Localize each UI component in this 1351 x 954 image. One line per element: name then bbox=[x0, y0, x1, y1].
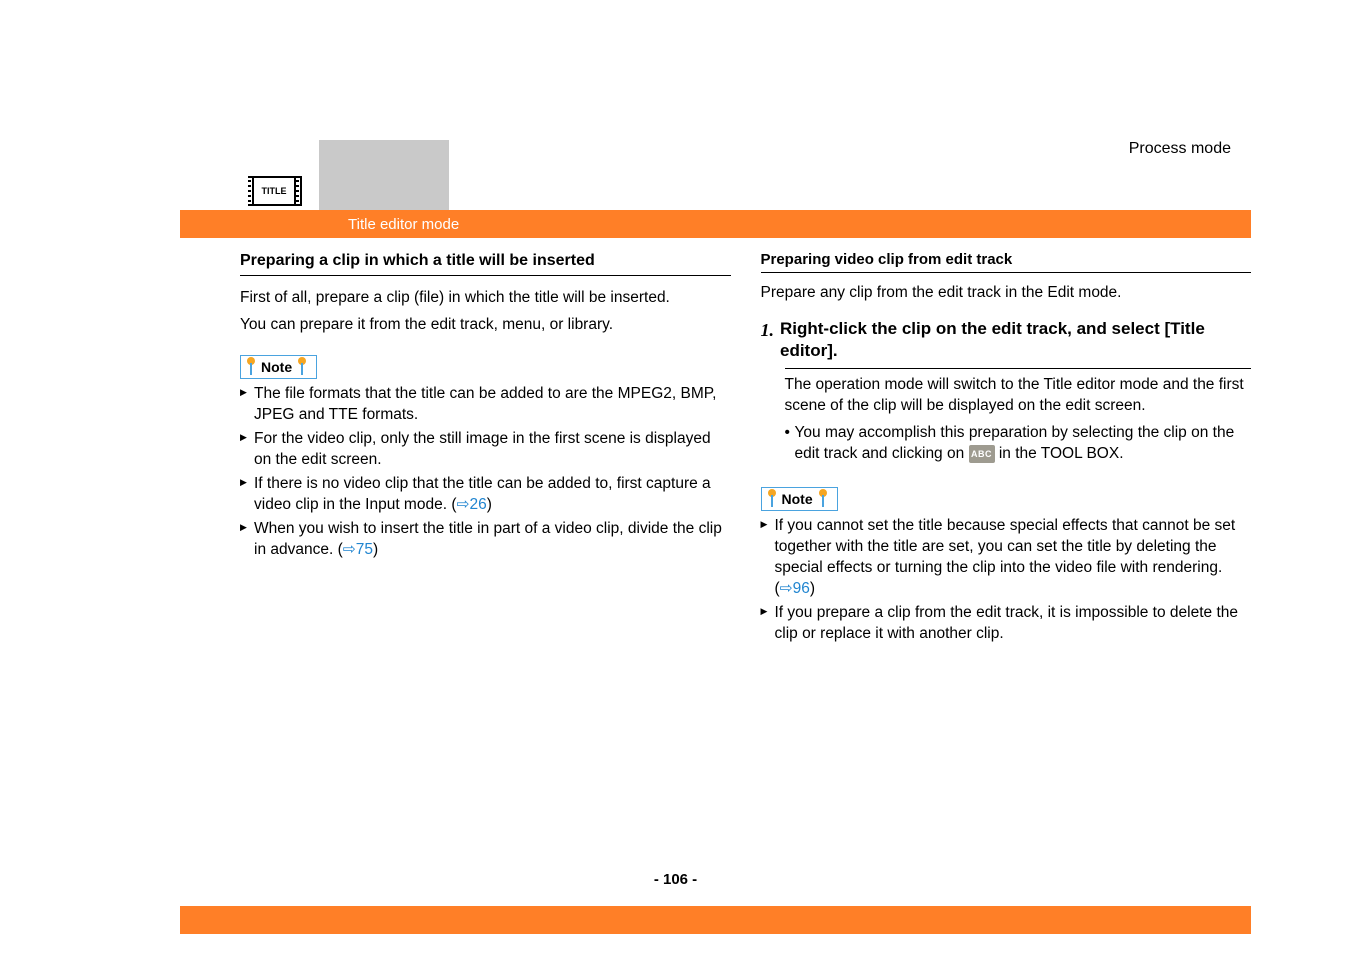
rb1-text-a: If you cannot set the title because spec… bbox=[775, 517, 1236, 597]
pin-icon bbox=[765, 489, 779, 509]
process-mode-label: Process mode bbox=[0, 140, 1351, 158]
note-box-right: Note bbox=[761, 487, 838, 511]
content-columns: Preparing a clip in which a title will b… bbox=[240, 250, 1251, 648]
note-label: Note bbox=[261, 358, 292, 377]
note-label-right: Note bbox=[782, 490, 813, 509]
header-gray-box bbox=[319, 140, 449, 210]
step-1-body: The operation mode will switch to the Ti… bbox=[785, 368, 1252, 465]
left-bullet-3: If there is no video clip that the title… bbox=[240, 474, 731, 516]
left-bullet-4: When you wish to insert the title in par… bbox=[240, 519, 731, 561]
step-text: Right-click the clip on the edit track, … bbox=[780, 318, 1251, 362]
step1-body-text: The operation mode will switch to the Ti… bbox=[785, 375, 1252, 417]
film-strip-icon: TITLE bbox=[248, 176, 302, 206]
note-box-left: Note bbox=[240, 355, 317, 379]
pin-icon bbox=[244, 357, 258, 377]
right-bullets: If you cannot set the title because spec… bbox=[761, 516, 1252, 645]
pin-icon bbox=[816, 489, 830, 509]
left-heading: Preparing a clip in which a title will b… bbox=[240, 250, 731, 276]
step-1: 1. Right-click the clip on the edit trac… bbox=[761, 318, 1252, 362]
left-bullets: The file formats that the title can be a… bbox=[240, 384, 731, 560]
left-column: Preparing a clip in which a title will b… bbox=[240, 250, 731, 648]
right-column: Preparing video clip from edit track Pre… bbox=[761, 250, 1252, 648]
right-bullet-2: If you prepare a clip from the edit trac… bbox=[761, 603, 1252, 645]
b4-text-b: ) bbox=[373, 541, 378, 558]
right-p1: Prepare any clip from the edit track in … bbox=[761, 283, 1252, 304]
rb1-text-b: ) bbox=[810, 580, 815, 597]
left-bullet-1: The file formats that the title can be a… bbox=[240, 384, 731, 426]
step1-sub: You may accomplish this preparation by s… bbox=[785, 423, 1252, 465]
b3-text-b: ) bbox=[487, 496, 492, 513]
title-chapter-icon: TITLE bbox=[240, 170, 310, 212]
pin-icon bbox=[295, 357, 309, 377]
b4-text-a: When you wish to insert the title in par… bbox=[254, 520, 722, 558]
section-header-bar: Title editor mode bbox=[180, 210, 1251, 238]
step-number: 1. bbox=[761, 318, 775, 362]
abc-icon: ABC bbox=[969, 445, 995, 463]
page-number: - 106 - bbox=[0, 871, 1351, 888]
title-icon-label: TITLE bbox=[252, 178, 296, 204]
left-bullet-2: For the video clip, only the still image… bbox=[240, 429, 731, 471]
b4-link[interactable]: ⇨75 bbox=[343, 541, 373, 558]
section-title: Title editor mode bbox=[348, 216, 459, 233]
film-perf-right bbox=[296, 178, 300, 204]
right-subheading: Preparing video clip from edit track bbox=[761, 250, 1252, 273]
footer-orange-bar bbox=[180, 906, 1251, 934]
left-p1: First of all, prepare a clip (file) in w… bbox=[240, 288, 731, 309]
right-bullet-1: If you cannot set the title because spec… bbox=[761, 516, 1252, 600]
b3-link[interactable]: ⇨26 bbox=[456, 496, 486, 513]
left-p2: You can prepare it from the edit track, … bbox=[240, 315, 731, 336]
step1-sub-b: in the TOOL BOX. bbox=[999, 445, 1124, 462]
rb1-link[interactable]: ⇨96 bbox=[780, 580, 810, 597]
